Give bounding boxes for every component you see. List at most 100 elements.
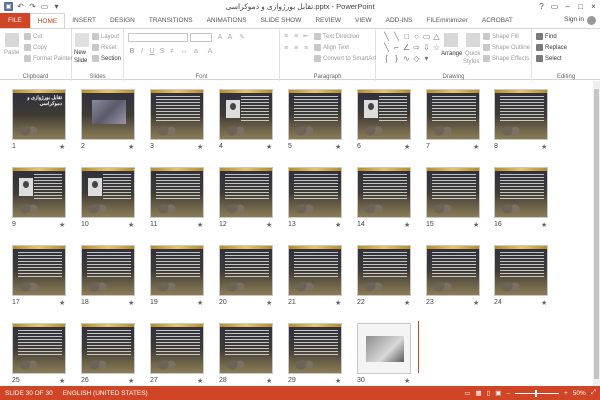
arrange-button[interactable]: Arrange bbox=[441, 51, 462, 57]
transition-star-icon[interactable]: ★ bbox=[473, 143, 479, 151]
slide-thumbnail[interactable] bbox=[219, 89, 273, 140]
scrollbar-thumb[interactable] bbox=[594, 89, 599, 379]
transition-star-icon[interactable]: ★ bbox=[197, 299, 203, 307]
slide-thumbnail[interactable] bbox=[12, 167, 66, 218]
quick-styles-button[interactable]: Quick bbox=[465, 51, 480, 57]
bold-icon[interactable]: B bbox=[128, 48, 136, 56]
save-icon[interactable]: ▣ bbox=[4, 2, 13, 11]
transition-star-icon[interactable]: ★ bbox=[541, 221, 547, 229]
transition-star-icon[interactable]: ★ bbox=[128, 143, 134, 151]
cut-button[interactable]: Cut bbox=[24, 33, 42, 40]
quick-styles-button-line2[interactable]: Styles bbox=[463, 59, 479, 65]
align-center-icon[interactable]: ≡ bbox=[292, 45, 300, 53]
italic-icon[interactable]: I bbox=[138, 48, 146, 56]
shape-connector-icon[interactable]: ∠ bbox=[402, 43, 411, 53]
font-name-combo[interactable] bbox=[128, 33, 188, 42]
transition-star-icon[interactable]: ★ bbox=[473, 299, 479, 307]
slide-count[interactable]: SLIDE 30 OF 30 bbox=[5, 390, 53, 397]
transition-star-icon[interactable]: ★ bbox=[404, 299, 410, 307]
tab-add-ins[interactable]: ADD-INS bbox=[379, 13, 420, 28]
transition-star-icon[interactable]: ★ bbox=[266, 221, 272, 229]
slide-thumbnail[interactable] bbox=[81, 323, 135, 374]
slide-thumbnail[interactable] bbox=[288, 245, 342, 296]
shape-star-icon[interactable]: ☆ bbox=[432, 43, 441, 53]
reset-button[interactable]: Reset bbox=[92, 44, 117, 51]
tab-review[interactable]: REVIEW bbox=[308, 13, 348, 28]
shape-triangle-icon[interactable]: △ bbox=[432, 32, 441, 42]
shape-outline-button[interactable]: Shape Outline bbox=[483, 44, 530, 51]
copy-button[interactable]: Copy bbox=[24, 44, 47, 51]
grow-font-icon[interactable]: A bbox=[216, 34, 224, 42]
underline-icon[interactable]: U bbox=[148, 48, 156, 56]
transition-star-icon[interactable]: ★ bbox=[128, 221, 134, 229]
minimize-button[interactable]: – bbox=[561, 0, 574, 12]
maximize-button[interactable]: □ bbox=[574, 0, 587, 12]
transition-star-icon[interactable]: ★ bbox=[473, 221, 479, 229]
slide-thumbnail[interactable] bbox=[494, 167, 548, 218]
transition-star-icon[interactable]: ★ bbox=[266, 299, 272, 307]
align-text-button[interactable]: Align Text bbox=[314, 44, 349, 51]
transition-star-icon[interactable]: ★ bbox=[197, 143, 203, 151]
new-slide-button-line2[interactable]: Slide bbox=[74, 58, 87, 64]
tab-slide-show[interactable]: SLIDE SHOW bbox=[254, 13, 309, 28]
numbering-icon[interactable]: ≡ bbox=[292, 33, 300, 41]
arrange-icon[interactable] bbox=[444, 33, 458, 47]
shape-curve-icon[interactable]: ∿ bbox=[402, 54, 411, 64]
shape-callout-icon[interactable]: ◇ bbox=[412, 54, 421, 64]
transition-star-icon[interactable]: ★ bbox=[541, 299, 547, 307]
layout-button[interactable]: Layout bbox=[92, 33, 119, 40]
tab-insert[interactable]: INSERT bbox=[65, 13, 103, 28]
slide-thumbnail[interactable] bbox=[288, 89, 342, 140]
shapes-gallery[interactable]: ╲ ╲ □ ○ ▭ △ ╲ ⌐ ∠ ⇨ ⇩ ☆ {} ∿ ◇ ▾ bbox=[382, 32, 440, 68]
font-size-combo[interactable] bbox=[190, 33, 212, 42]
new-slide-icon[interactable] bbox=[75, 33, 89, 47]
slide-thumbnail[interactable] bbox=[494, 245, 548, 296]
transition-star-icon[interactable]: ★ bbox=[404, 377, 410, 385]
strikethrough-icon[interactable]: ≠ bbox=[168, 48, 176, 56]
transition-star-icon[interactable]: ★ bbox=[128, 299, 134, 307]
shape-elbow-icon[interactable]: ⌐ bbox=[392, 43, 401, 53]
normal-view-icon[interactable]: ▭ bbox=[464, 389, 470, 397]
shape-brace-icon[interactable]: { bbox=[382, 54, 391, 64]
transition-star-icon[interactable]: ★ bbox=[404, 143, 410, 151]
slide-thumbnail[interactable] bbox=[12, 323, 66, 374]
slide-thumbnail[interactable] bbox=[150, 167, 204, 218]
format-painter-button[interactable]: Format Painter bbox=[24, 55, 73, 62]
paste-icon[interactable] bbox=[5, 33, 19, 47]
zoom-slider[interactable] bbox=[514, 389, 559, 397]
sign-in-link[interactable]: Sign in bbox=[564, 16, 584, 23]
shape-arrow-down-icon[interactable]: ⇩ bbox=[422, 43, 431, 53]
ribbon-display-options-icon[interactable]: ▭ bbox=[548, 0, 561, 12]
transition-star-icon[interactable]: ★ bbox=[59, 221, 65, 229]
shape-line-icon[interactable]: ╲ bbox=[382, 32, 391, 42]
transition-star-icon[interactable]: ★ bbox=[335, 299, 341, 307]
shrink-font-icon[interactable]: A bbox=[226, 34, 234, 42]
transition-star-icon[interactable]: ★ bbox=[197, 221, 203, 229]
slide-thumbnail[interactable]: تقابل بورژوازی و دموکراسی bbox=[12, 89, 66, 140]
text-direction-button[interactable]: Text Direction bbox=[314, 33, 359, 40]
slide-thumbnail[interactable] bbox=[426, 89, 480, 140]
zoom-in-button[interactable]: + bbox=[564, 390, 568, 397]
transition-star-icon[interactable]: ★ bbox=[404, 221, 410, 229]
shape-fill-button[interactable]: Shape Fill bbox=[483, 33, 519, 40]
align-right-icon[interactable]: ≡ bbox=[302, 45, 310, 53]
slide-thumbnail[interactable] bbox=[219, 167, 273, 218]
convert-smartart-button[interactable]: Convert to SmartArt bbox=[314, 55, 376, 62]
transition-star-icon[interactable]: ★ bbox=[266, 143, 272, 151]
slide-thumbnail[interactable] bbox=[81, 89, 135, 140]
transition-star-icon[interactable]: ★ bbox=[335, 221, 341, 229]
slide-thumbnail[interactable] bbox=[357, 89, 411, 140]
customize-qat-icon[interactable]: ▾ bbox=[52, 2, 61, 11]
slide-thumbnail[interactable] bbox=[288, 323, 342, 374]
user-avatar[interactable] bbox=[587, 16, 596, 25]
align-left-icon[interactable]: ≡ bbox=[282, 45, 290, 53]
shape-arrow-icon[interactable]: ╲ bbox=[392, 32, 401, 42]
slide-thumbnail[interactable] bbox=[219, 245, 273, 296]
slide-thumbnail[interactable] bbox=[426, 245, 480, 296]
tab-acrobat[interactable]: ACROBAT bbox=[475, 13, 520, 28]
vertical-scrollbar[interactable] bbox=[593, 81, 600, 386]
shape-rounded-rect-icon[interactable]: ▭ bbox=[422, 32, 431, 42]
slide-thumbnail[interactable] bbox=[357, 245, 411, 296]
slide-thumbnail[interactable] bbox=[426, 167, 480, 218]
slide-thumbnail[interactable] bbox=[81, 245, 135, 296]
